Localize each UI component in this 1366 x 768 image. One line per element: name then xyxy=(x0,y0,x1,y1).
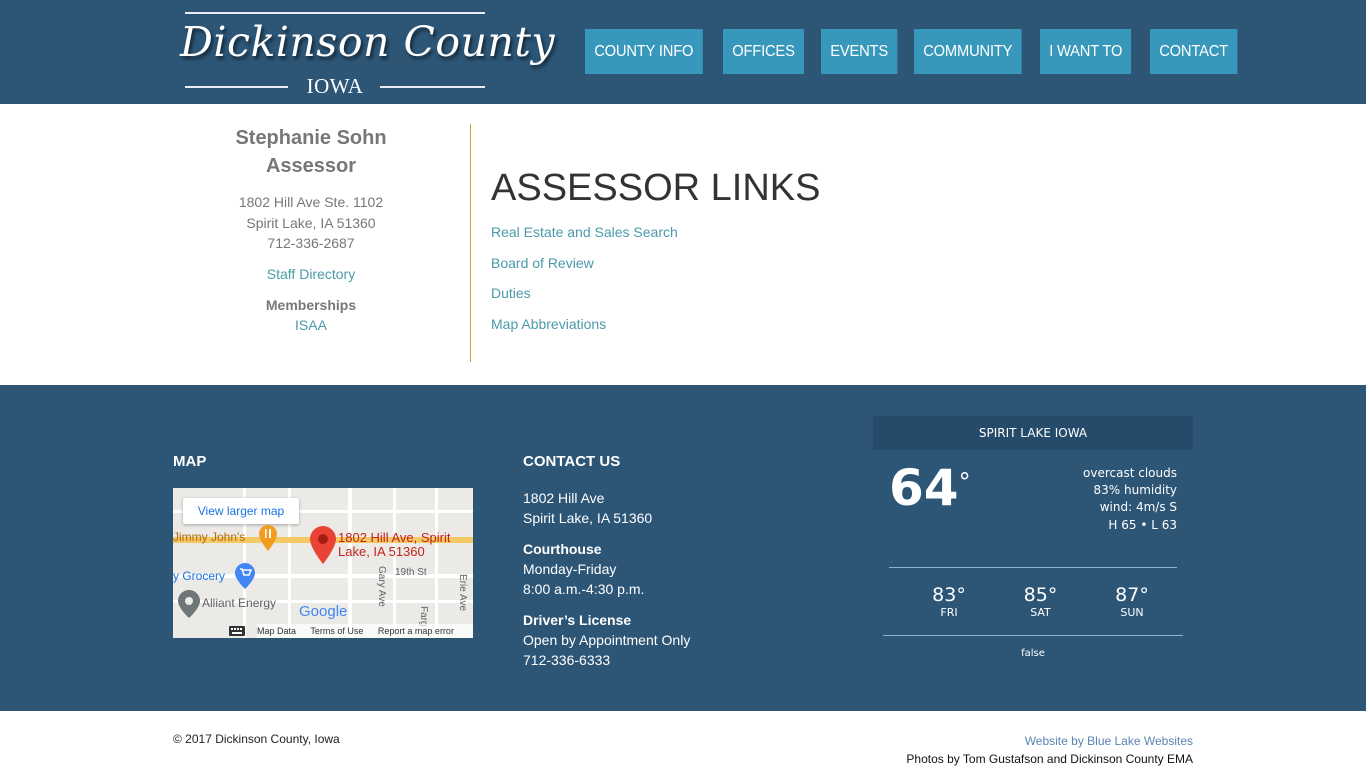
google-logo: Google xyxy=(299,603,348,620)
map-road xyxy=(435,488,438,638)
embedded-map[interactable]: View larger map Jimmy John's 1802 Hill A… xyxy=(173,488,473,638)
logo-rule xyxy=(185,12,485,14)
restaurant-pin-icon xyxy=(259,525,277,551)
site-credits: Website by Blue Lake Websites Photos by … xyxy=(906,732,1193,768)
office-phone: 712-336-2687 xyxy=(267,235,355,251)
weather-details: overcast clouds 83% humidity wind: 4m/s … xyxy=(1083,465,1177,534)
website-credit-link[interactable]: Website by Blue Lake Websites xyxy=(906,732,1193,750)
weather-hilo: H 65 • L 63 xyxy=(1108,517,1177,532)
weather-note: false xyxy=(1021,648,1045,659)
contact-heading: CONTACT US xyxy=(523,453,621,470)
link-duties[interactable]: Duties xyxy=(491,283,820,303)
map-heading: MAP xyxy=(173,453,207,470)
map-poi-label: y Grocery xyxy=(173,569,226,583)
weather-conditions: overcast clouds xyxy=(1083,466,1177,480)
page-title: ASSESSOR LINKS xyxy=(491,167,821,209)
map-street-label: 19th St xyxy=(395,567,427,578)
logo-rule xyxy=(380,86,485,88)
weather-humidity: 83% humidity xyxy=(1093,483,1177,498)
official-role: Assessor xyxy=(265,155,357,177)
staff-directory-link[interactable]: Staff Directory xyxy=(200,264,422,284)
photo-credit: Photos by Tom Gustafson and Dickinson Co… xyxy=(906,752,1193,766)
weather-widget: SPIRIT LAKE IOWA 64° overcast clouds 83%… xyxy=(873,416,1193,659)
vertical-divider xyxy=(470,124,471,362)
current-temperature: 64° xyxy=(889,459,971,517)
nav-events[interactable]: EVENTS xyxy=(820,29,897,74)
weather-divider xyxy=(889,567,1177,568)
forecast-day: 85° SAT xyxy=(1023,584,1058,619)
terms-of-use-link[interactable]: Terms of Use xyxy=(310,626,363,636)
office-address: 1802 Hill Ave Ste. 1102 Spirit Lake, IA … xyxy=(200,192,422,254)
map-street-label: Gary Ave xyxy=(376,566,387,607)
view-larger-map-button[interactable]: View larger map xyxy=(183,498,299,524)
weather-wind: wind: 4m/s S xyxy=(1099,500,1177,515)
address-line-2: Spirit Lake, IA 51360 xyxy=(246,214,376,231)
address-line-1: 1802 Hill Ave Ste. 1102 xyxy=(238,194,384,210)
site-logo[interactable]: Dickinson County IOWA xyxy=(180,12,555,98)
weather-location: SPIRIT LAKE IOWA xyxy=(873,416,1193,450)
location-pin-icon xyxy=(310,526,336,564)
degree-symbol: ° xyxy=(958,468,971,496)
forecast-day: 87° SUN xyxy=(1115,584,1149,619)
main-nav: COUNTY INFO OFFICES EVENTS COMMUNITY I W… xyxy=(585,29,1255,74)
courthouse-label: Courthouse xyxy=(523,541,602,557)
map-pin-label: 1802 Hill Ave, Spirit Lake, IA 51360 xyxy=(338,530,451,559)
forecast-day: 83° FRI xyxy=(932,584,966,619)
memberships-heading: Memberships xyxy=(265,296,357,313)
assessor-links: Real Estate and Sales Search Board of Re… xyxy=(491,222,820,334)
contact-address-1: 1802 Hill Ave xyxy=(523,490,605,506)
nav-community[interactable]: COMMUNITY xyxy=(913,29,1022,74)
link-real-estate-search[interactable]: Real Estate and Sales Search xyxy=(491,222,820,242)
map-street-label: Erie Ave xyxy=(457,574,468,612)
shopping-cart-pin-icon xyxy=(235,563,255,589)
nav-i-want-to[interactable]: I WANT TO xyxy=(1040,29,1132,74)
place-pin-icon xyxy=(178,590,200,618)
report-map-error-link[interactable]: Report a map error xyxy=(378,626,454,636)
license-label: Driver’s License xyxy=(523,612,632,628)
link-board-of-review[interactable]: Board of Review xyxy=(491,253,820,273)
courthouse-hours: 8:00 a.m.-4:30 p.m. xyxy=(523,581,645,597)
map-poi-label: Alliant Energy xyxy=(202,596,277,610)
contact-info: 1802 Hill Ave Spirit Lake, IA 51360 Cour… xyxy=(523,488,690,670)
map-road xyxy=(348,488,352,638)
keyboard-icon[interactable] xyxy=(229,626,245,636)
map-poi-label: Jimmy John's xyxy=(173,530,246,544)
logo-title: Dickinson County xyxy=(180,18,555,66)
nav-county-info[interactable]: COUNTY INFO xyxy=(585,29,703,74)
official-name: Stephanie Sohn xyxy=(235,127,387,149)
license-phone: 712-336-6333 xyxy=(523,652,611,668)
contact-address-2: Spirit Lake, IA 51360 xyxy=(523,510,653,526)
map-data-link[interactable]: Map Data xyxy=(257,626,296,636)
map-road xyxy=(393,488,396,638)
copyright: © 2017 Dickinson County, Iowa xyxy=(173,732,340,746)
courthouse-days: Monday-Friday xyxy=(523,561,617,577)
isaa-link[interactable]: ISAA xyxy=(200,315,422,335)
site-header: Dickinson County IOWA COUNTY INFO OFFICE… xyxy=(0,0,1366,104)
map-attribution: Map Data Terms of Use Report a map error xyxy=(257,624,473,638)
office-sidebar: Stephanie Sohn Assessor 1802 Hill Ave St… xyxy=(200,124,422,335)
link-map-abbreviations[interactable]: Map Abbreviations xyxy=(491,314,820,334)
license-note: Open by Appointment Only xyxy=(523,632,691,648)
nav-contact[interactable]: CONTACT xyxy=(1149,29,1237,74)
nav-offices[interactable]: OFFICES xyxy=(722,29,804,74)
main-content: ASSESSOR LINKS Real Estate and Sales Sea… xyxy=(491,166,820,344)
weather-forecast: 83° FRI 85° SAT 87° SUN xyxy=(889,584,1177,620)
weather-divider xyxy=(883,635,1183,636)
